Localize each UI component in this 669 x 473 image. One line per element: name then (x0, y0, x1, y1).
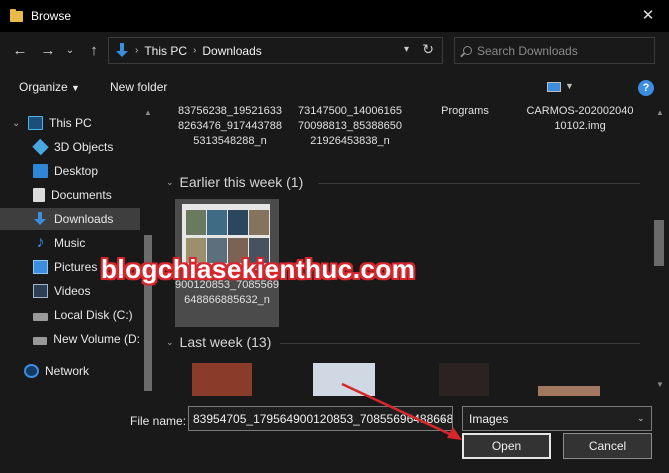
sidebar-item-downloads[interactable]: Downloads (0, 208, 140, 230)
picture-icon (33, 260, 48, 274)
sidebar-item-desktop[interactable]: Desktop (0, 160, 140, 182)
address-bar[interactable]: › This PC › Downloads ▾ ↻ (108, 37, 443, 64)
image-thumbnail[interactable] (313, 363, 375, 396)
scroll-up-icon[interactable]: ▲ (144, 108, 152, 117)
thumbnail-photo (186, 210, 206, 235)
chevron-down-icon[interactable]: ⌄ (440, 413, 448, 424)
help-icon[interactable]: ? (638, 80, 654, 96)
scroll-down-icon[interactable]: ▼ (656, 380, 664, 389)
chevron-down-icon[interactable]: ▾ (404, 44, 409, 55)
watermark-text: blogchiasekienthuc.com (101, 254, 416, 284)
desktop-icon (33, 164, 48, 178)
folder-item[interactable]: Programs (410, 104, 520, 119)
drive-icon (33, 313, 48, 321)
file-name-label: File name: (130, 414, 187, 428)
window-title: Browse (31, 9, 72, 23)
sidebar-item-label: New Volume (D: (53, 332, 140, 346)
drive-icon (33, 337, 48, 345)
sidebar-item-label: This PC (49, 116, 92, 130)
sidebar-item-label: Pictures (54, 260, 98, 274)
group-header-earlier-this-week[interactable]: ⌄ Earlier this week (1) (166, 174, 303, 190)
file-item[interactable]: 73147500_1400616570098813_85388650219264… (295, 104, 405, 149)
music-icon: ♪ (36, 234, 45, 251)
search-input[interactable]: Search Downloads (454, 37, 655, 64)
file-list: 83756238_195216338263476_917443788531354… (160, 104, 650, 396)
file-name-input[interactable]: 83954705_179564900120853_708556964886688… (188, 406, 453, 431)
file-item[interactable]: 83756238_195216338263476_917443788531354… (175, 104, 285, 149)
title-bar: Browse ✕ (0, 0, 669, 32)
sidebar-item-new-volume-d[interactable]: New Volume (D: (0, 328, 140, 350)
document-icon (33, 188, 45, 202)
image-thumbnail[interactable] (439, 363, 489, 396)
up-arrow-icon[interactable]: ↑ (84, 41, 104, 61)
sidebar-item-network[interactable]: Network (0, 360, 140, 382)
content-scrollbar[interactable]: ▲ ▼ (650, 104, 669, 396)
chevron-down-icon[interactable]: ▼ (565, 81, 574, 91)
download-icon (115, 42, 129, 59)
chevron-down-icon[interactable]: ⌄ (166, 177, 174, 188)
search-placeholder: Search Downloads (477, 43, 578, 58)
sidebar-item-3d-objects[interactable]: 3D Objects (0, 136, 140, 158)
sidebar-item-documents[interactable]: Documents (0, 184, 140, 206)
command-toolbar: Organize ▼ New folder ▼ ? (0, 70, 669, 104)
refresh-icon[interactable]: ↻ (422, 41, 434, 58)
chevron-right-icon[interactable]: › (193, 45, 196, 56)
sidebar-item-local-disk-c[interactable]: Local Disk (C:) (0, 304, 140, 326)
group-label: Last week (13) (179, 334, 272, 350)
video-icon (33, 284, 48, 298)
change-view-icon[interactable] (547, 82, 561, 92)
group-divider (318, 183, 640, 184)
cancel-button[interactable]: Cancel (563, 433, 652, 459)
navigation-bar: ← → ⌄ ↑ › This PC › Downloads ▾ ↻ Search… (0, 32, 669, 70)
thumbnail-photo (207, 210, 227, 235)
folder-icon (10, 8, 23, 22)
file-dialog-footer: File name: 83954705_179564900120853_7085… (0, 396, 669, 473)
scroll-up-icon[interactable]: ▲ (656, 108, 664, 117)
chevron-right-icon[interactable]: › (135, 45, 138, 56)
network-icon (24, 364, 39, 378)
chevron-down-icon[interactable]: ⌄ (12, 118, 20, 129)
sidebar-item-label: Desktop (54, 164, 99, 178)
download-icon (33, 212, 48, 226)
breadcrumb-this-pc[interactable]: This PC (144, 44, 187, 58)
forward-arrow-icon[interactable]: → (38, 41, 58, 61)
thumbnail-photo (249, 210, 269, 235)
image-thumbnail[interactable] (538, 386, 600, 396)
organize-label: Organize (19, 80, 68, 94)
sidebar-scrollbar[interactable]: ▲ (141, 104, 155, 396)
chevron-down-icon: ▼ (71, 83, 80, 93)
computer-icon (28, 116, 43, 130)
search-icon (463, 46, 472, 55)
thumbnail-photo (228, 210, 248, 235)
group-divider (280, 343, 640, 344)
chevron-down-icon[interactable]: ⌄ (166, 337, 174, 348)
sidebar-item-label: 3D Objects (54, 140, 114, 154)
open-button[interactable]: Open (462, 433, 551, 459)
file-type-select[interactable]: Images (462, 406, 652, 431)
sidebar-item-label: Local Disk (C:) (54, 308, 133, 322)
scrollbar-thumb[interactable] (654, 220, 664, 266)
sidebar-item-this-pc[interactable]: ⌄ This PC (0, 112, 140, 134)
close-icon[interactable]: ✕ (637, 6, 659, 26)
chevron-down-icon[interactable]: ⌄ (637, 413, 645, 424)
recent-locations-chevron-icon[interactable]: ⌄ (60, 41, 80, 61)
organize-button[interactable]: Organize ▼ (19, 80, 80, 94)
new-folder-button[interactable]: New folder (110, 80, 167, 94)
group-label: Earlier this week (1) (179, 174, 304, 190)
breadcrumb-downloads[interactable]: Downloads (202, 44, 261, 58)
sidebar-item-label: Documents (51, 188, 112, 202)
sidebar-item-label: Videos (54, 284, 91, 298)
group-header-last-week[interactable]: ⌄ Last week (13) (166, 334, 271, 350)
file-item[interactable]: CARMOS-20200204010102.img (525, 104, 635, 134)
image-thumbnail[interactable] (192, 363, 252, 396)
sidebar-item-label: Network (45, 364, 90, 378)
cube-icon (32, 138, 49, 156)
sidebar-item-label: Downloads (54, 212, 114, 226)
back-arrow-icon[interactable]: ← (10, 41, 30, 61)
sidebar-item-label: Music (54, 236, 86, 250)
navigation-pane: ⌄ This PC 3D Objects Desktop Documents D… (0, 104, 155, 396)
sidebar-item-music[interactable]: ♪ Music (0, 232, 140, 254)
